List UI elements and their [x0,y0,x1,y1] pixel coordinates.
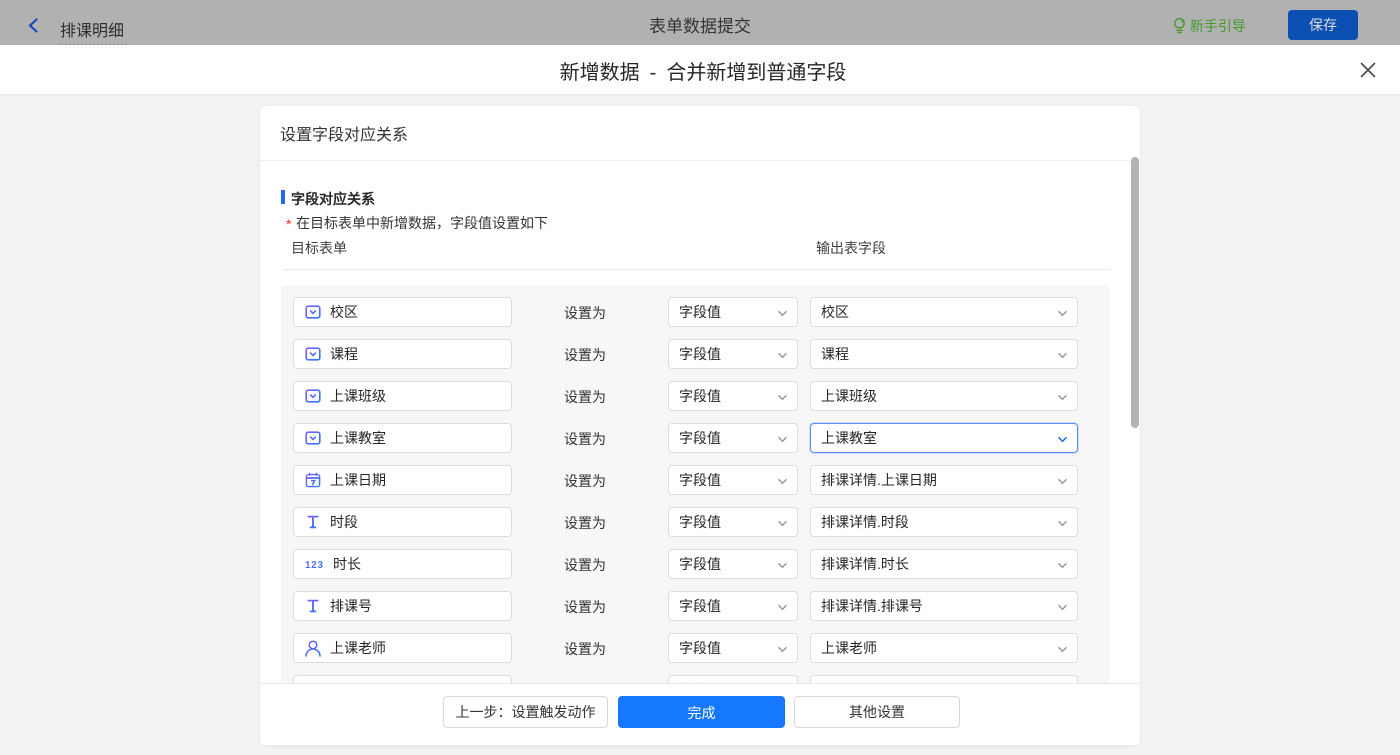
svg-text:123: 123 [305,560,324,571]
